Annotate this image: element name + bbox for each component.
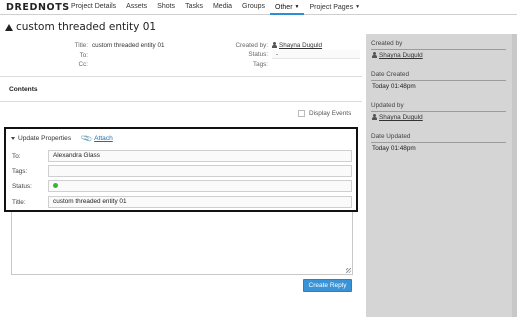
created-by-label: Created by: [235, 42, 268, 49]
title-field-value[interactable]: custom threaded entity 01 [92, 42, 164, 49]
cc-field-label: Cc: [78, 61, 88, 68]
status-label: Status: [248, 51, 268, 58]
page-title-row: custom threaded entity 01 [5, 20, 156, 34]
to-row-label: To: [12, 153, 21, 160]
to-input[interactable]: Alexandra Glass [48, 150, 352, 162]
tags-row-label: Tags: [12, 168, 28, 175]
sidebar-updated-by-label: Updated by [371, 102, 404, 109]
divider [371, 80, 506, 81]
paperclip-icon: 📎 [80, 132, 94, 145]
status-row-label: Status: [12, 183, 32, 190]
attach-control[interactable]: 📎 Attach [80, 132, 113, 145]
sidebar-date-created-value: Today 01:48pm [372, 83, 416, 90]
status-indicator-icon [53, 183, 58, 188]
sidebar-date-updated-value: Today 01:48pm [372, 145, 416, 152]
collapse-icon[interactable] [11, 137, 15, 140]
nav-other-label: Other [275, 3, 293, 11]
nav-groups[interactable]: Groups [237, 0, 270, 15]
page-title: custom threaded entity 01 [16, 21, 157, 33]
divider [0, 76, 362, 77]
contents-heading: Contents [9, 86, 38, 93]
status-value: - [276, 51, 279, 58]
nav-project-pages-label: Project Pages [309, 3, 354, 11]
user-icon [372, 52, 377, 58]
nav-other[interactable]: Other ▼ [270, 0, 305, 15]
brand-logo[interactable]: DREDNOTS [0, 2, 69, 13]
update-properties-header: Update Properties 📎 Attach [11, 132, 113, 145]
top-nav: DREDNOTS Project Details Assets Shots Ta… [0, 0, 517, 15]
title-field-label: Title: [74, 42, 88, 49]
attach-link[interactable]: Attach [94, 135, 113, 142]
nav-tasks[interactable]: Tasks [180, 0, 208, 15]
nav-shots[interactable]: Shots [152, 0, 180, 15]
nav-media[interactable]: Media [208, 0, 237, 15]
entity-type-icon [5, 23, 13, 31]
sidebar-updated-by-link[interactable]: Shayna Duguld [379, 114, 423, 121]
sidebar-date-updated-label: Date Updated [371, 133, 411, 140]
divider [0, 101, 362, 102]
display-events-checkbox[interactable] [298, 110, 305, 117]
sidebar-created-by-label: Created by [371, 40, 403, 47]
update-properties-panel: Update Properties 📎 Attach To: Alexandra… [4, 127, 358, 212]
created-by-value[interactable]: Shayna Duguld [272, 42, 322, 49]
sidebar-updated-by-value[interactable]: Shayna Duguld [372, 114, 423, 121]
user-icon [272, 42, 277, 48]
chevron-down-icon: ▼ [294, 3, 300, 10]
created-by-link[interactable]: Shayna Duguld [279, 42, 322, 49]
tags-label: Tags: [252, 61, 268, 68]
divider [371, 49, 506, 50]
display-events-toggle[interactable]: Display Events [298, 110, 351, 117]
chevron-down-icon: ▼ [355, 3, 361, 10]
sidebar-created-by-value[interactable]: Shayna Duguld [372, 52, 423, 59]
tags-input[interactable] [48, 165, 352, 177]
sidebar-date-created-label: Date Created [371, 71, 410, 78]
create-reply-button[interactable]: Create Reply [303, 279, 352, 292]
nav-project-pages[interactable]: Project Pages ▼ [304, 0, 365, 15]
to-field-label: To: [79, 52, 88, 59]
title-input[interactable]: custom threaded entity 01 [48, 196, 352, 208]
status-select[interactable] [48, 180, 352, 192]
details-sidebar: Created by Shayna Duguld Date Created To… [366, 34, 517, 317]
nav-project-details[interactable]: Project Details [66, 0, 121, 15]
sidebar-created-by-link[interactable]: Shayna Duguld [379, 52, 423, 59]
divider [371, 142, 506, 143]
status-field[interactable] [272, 50, 360, 59]
user-icon [372, 114, 377, 120]
sidebar-scrollbar[interactable] [512, 34, 517, 317]
display-events-label: Display Events [309, 110, 352, 117]
nav-assets[interactable]: Assets [121, 0, 152, 15]
divider [371, 111, 506, 112]
resize-handle-icon[interactable] [346, 268, 351, 273]
update-properties-heading[interactable]: Update Properties [18, 135, 71, 142]
title-row-label: Title: [12, 199, 26, 206]
